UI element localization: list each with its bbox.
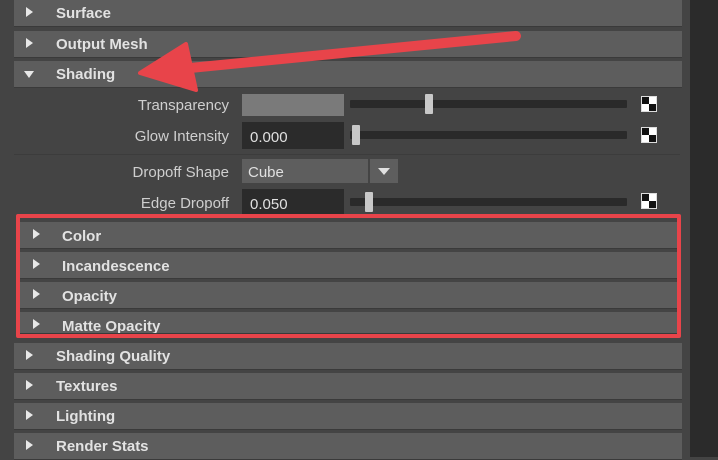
annotation-arrow: [138, 31, 521, 92]
arrow-head: [138, 42, 198, 92]
arrow-shaft: [185, 31, 521, 73]
